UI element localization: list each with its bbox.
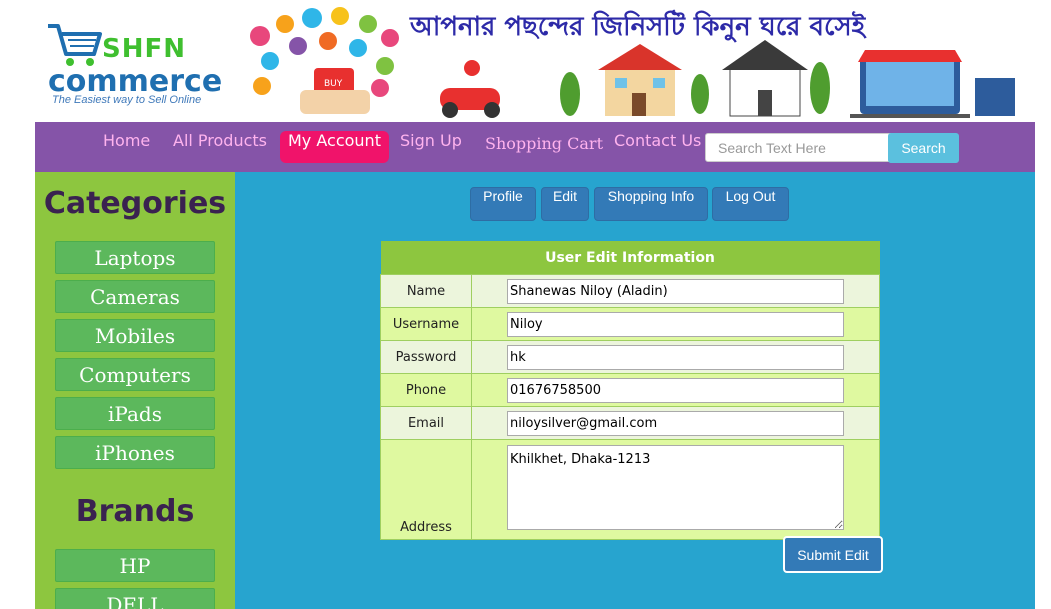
name-field[interactable] <box>507 278 844 304</box>
category-mobiles[interactable]: Mobiles <box>55 319 215 352</box>
name-label: Name <box>380 274 472 308</box>
category-cameras[interactable]: Cameras <box>55 280 215 313</box>
nav-contact-us[interactable]: Contact Us <box>606 131 709 163</box>
search-button[interactable]: Search <box>888 133 959 163</box>
categories-heading: Categories <box>43 186 227 221</box>
site-logo[interactable]: SHFN commerce The Easiest way to Sell On… <box>44 14 222 114</box>
nav-my-account[interactable]: My Account <box>280 131 389 163</box>
username-label: Username <box>380 307 472 341</box>
delivery-houses-illustration <box>440 40 1015 118</box>
phone-label: Phone <box>380 373 472 407</box>
search-input[interactable] <box>705 133 907 162</box>
brand-hp[interactable]: HP <box>55 549 215 582</box>
brand-tagline: The Easiest way to Sell Online <box>52 94 202 106</box>
nav-shopping-cart[interactable]: Shopping Cart <box>477 134 611 166</box>
phone-field[interactable] <box>507 377 844 403</box>
brands-heading: Brands <box>75 494 195 529</box>
main-content: Profile Edit Shopping Info Log Out User … <box>235 172 1035 609</box>
shopping-cart-logo-icon <box>48 24 102 66</box>
svg-text:BUY: BUY <box>324 79 343 89</box>
password-label: Password <box>380 340 472 374</box>
main-navbar: Home All Products My Account Sign Up Sho… <box>35 122 1035 172</box>
form-row: Email <box>380 406 880 440</box>
sidebar: Categories Laptops Cameras Mobiles Compu… <box>35 172 235 609</box>
form-row: Username <box>380 307 880 341</box>
form-row: Name <box>380 274 880 308</box>
email-label: Email <box>380 406 472 440</box>
log-out-button[interactable]: Log Out <box>712 187 789 221</box>
profile-button[interactable]: Profile <box>470 187 536 221</box>
form-row: Address Khilkhet, Dhaka-1213 <box>380 439 880 540</box>
brand-dell[interactable]: DELL <box>55 588 215 609</box>
address-field[interactable]: Khilkhet, Dhaka-1213 <box>507 445 844 530</box>
form-title: User Edit Information <box>380 241 880 275</box>
category-ipads[interactable]: iPads <box>55 397 215 430</box>
username-field[interactable] <box>507 311 844 337</box>
category-iphones[interactable]: iPhones <box>55 436 215 469</box>
form-row: Phone <box>380 373 880 407</box>
site-header: SHFN commerce The Easiest way to Sell On… <box>0 0 1051 122</box>
brand-name-top: SHFN <box>102 34 187 64</box>
email-field[interactable] <box>507 410 844 436</box>
user-edit-form: User Edit Information Name Username Pass… <box>380 241 880 540</box>
form-row: Password <box>380 340 880 374</box>
shopping-icons-cloud-illustration: BUY <box>250 7 399 114</box>
password-field[interactable] <box>507 344 844 370</box>
header-banner: BUY আপনার পছন্দের জিনিসটি কিনুন ঘরে বসেই <box>240 6 1030 118</box>
nav-sign-up[interactable]: Sign Up <box>392 131 470 163</box>
edit-button[interactable]: Edit <box>541 187 589 221</box>
shopping-info-button[interactable]: Shopping Info <box>594 187 708 221</box>
address-label: Address <box>380 439 472 540</box>
nav-home[interactable]: Home <box>95 131 158 163</box>
category-laptops[interactable]: Laptops <box>55 241 215 274</box>
nav-all-products[interactable]: All Products <box>165 131 275 163</box>
submit-edit-button[interactable]: Submit Edit <box>783 536 883 573</box>
category-computers[interactable]: Computers <box>55 358 215 391</box>
